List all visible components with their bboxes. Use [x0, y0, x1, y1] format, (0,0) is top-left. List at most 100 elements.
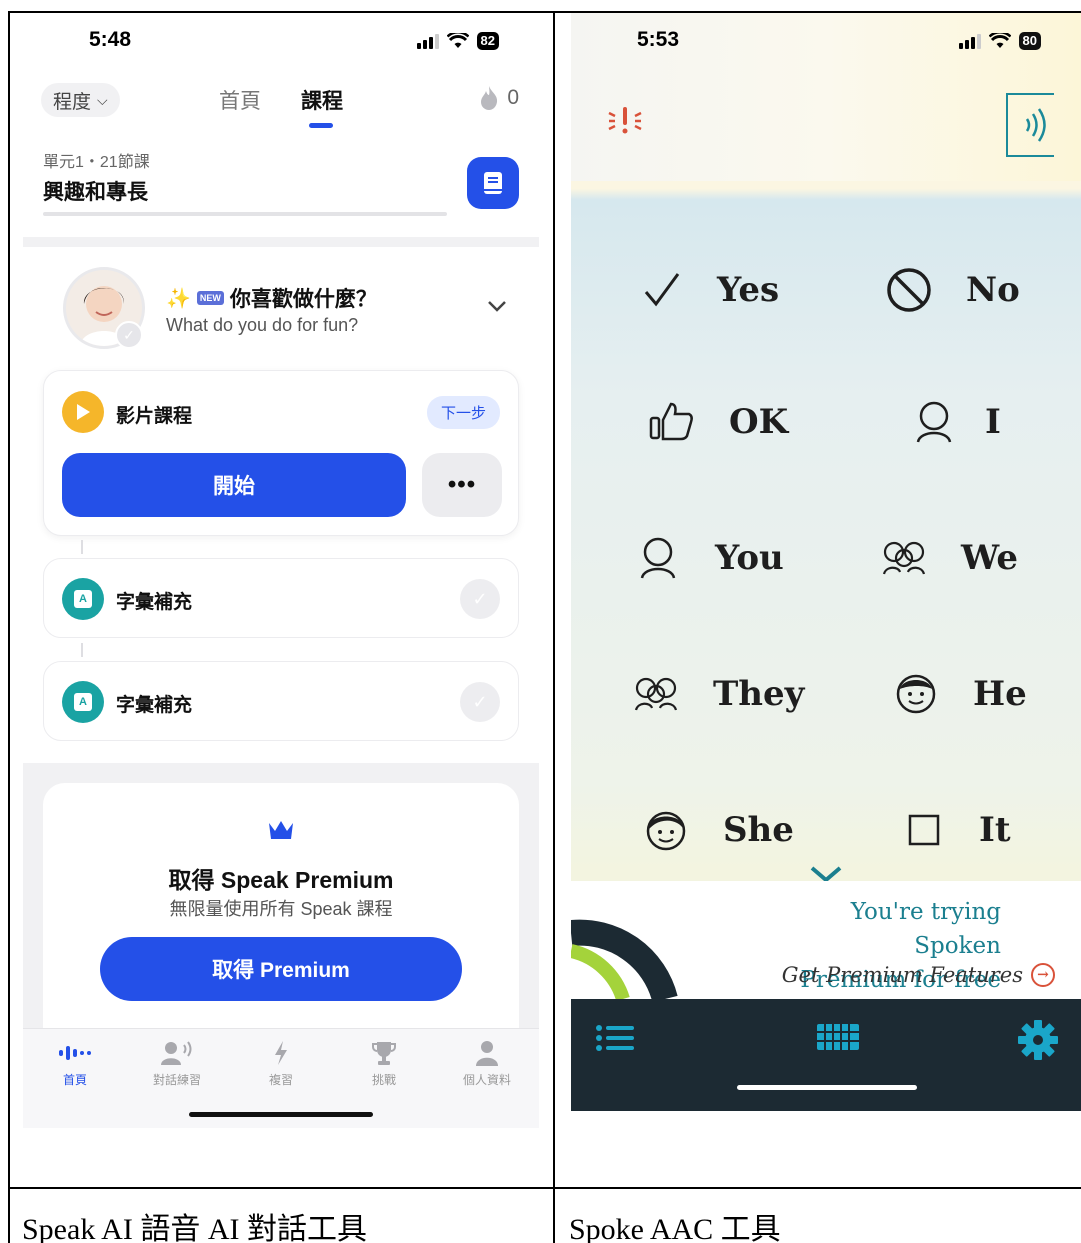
vocab-lesson-card[interactable]: A 字彙補充 ✓ [43, 661, 519, 741]
thumbs-up-icon [647, 397, 697, 447]
tabbar-item-review[interactable]: 複習 [241, 1037, 321, 1088]
trial-message-line1: You're trying Spoken [850, 899, 1001, 959]
chevron-down-icon[interactable] [487, 295, 507, 318]
sparkle-icon: ✨ [166, 287, 191, 310]
lesson-subtitle: What do you do for fun? [166, 315, 359, 335]
phrase-label: OK [729, 402, 789, 442]
phrase-they[interactable]: They [631, 669, 804, 719]
vocab-lesson-label: 字彙補充 [116, 695, 193, 716]
tabbar-label: 首頁 [62, 1073, 87, 1087]
tabbar-label: 對話練習 [152, 1073, 201, 1087]
book-button[interactable] [467, 157, 519, 209]
section-divider [23, 237, 539, 247]
checkmark-icon [637, 265, 687, 315]
lightning-icon [275, 1041, 287, 1065]
tabbar-item-conversation[interactable]: 對話練習 [137, 1037, 217, 1088]
phrase-label: They [713, 674, 805, 714]
check-icon: ✓ [460, 579, 500, 619]
streak-counter[interactable]: 0 [479, 85, 519, 111]
premium-title: 取得 Speak Premium [168, 867, 394, 893]
status-icons: 80 [958, 32, 1041, 50]
person-outline-icon [633, 533, 683, 583]
tabbar-label: 挑戰 [371, 1073, 396, 1087]
girl-face-icon [641, 805, 691, 855]
trial-progress-gauge [571, 919, 678, 999]
active-tab-indicator [309, 123, 333, 128]
premium-trial-banner: You're trying Spoken Premium for free Ge… [571, 881, 1081, 999]
tabbar-item-home[interactable]: 首頁 [35, 1037, 115, 1088]
phrase-label: We [961, 538, 1019, 578]
sound-waves-icon [1023, 105, 1055, 152]
phrase-yes[interactable]: Yes [637, 265, 779, 315]
video-lesson-label: 影片課程 [116, 406, 193, 427]
tabbar-item-profile[interactable]: 個人資料 [447, 1037, 527, 1088]
alert-icon[interactable] [605, 105, 645, 145]
status-icons: 82 [416, 32, 499, 50]
home-indicator [737, 1085, 917, 1090]
more-options-button[interactable]: ••• [422, 453, 502, 517]
square-icon [899, 805, 949, 855]
phrase-we[interactable]: We [879, 533, 1018, 583]
bottom-toolbar [571, 999, 1081, 1111]
speak-app-screenshot: 5:48 82 程度 ⌵ 首頁 課程 0 單元1・21節課 興趣和專長 ✓ ✨ [23, 13, 539, 1128]
phrase-label: She [723, 810, 794, 850]
phrase-label: It [979, 810, 1011, 850]
top-nav: 程度 ⌵ 首頁 課程 0 [23, 83, 539, 133]
level-label: 程度 [53, 91, 92, 113]
streak-count: 0 [507, 86, 519, 109]
premium-subtitle: 無限量使用所有 Speak 課程 [169, 899, 393, 919]
tab-courses[interactable]: 課程 [301, 85, 343, 115]
list-icon[interactable] [595, 1023, 635, 1053]
keyboard-icon[interactable] [816, 1023, 860, 1051]
tabbar-label: 複習 [268, 1073, 293, 1087]
gear-icon[interactable] [1017, 1019, 1059, 1061]
unit-title: 興趣和專長 [43, 181, 148, 204]
tabbar-label: 個人資料 [462, 1073, 511, 1087]
path-connector [81, 643, 83, 657]
phrase-she[interactable]: She [641, 805, 794, 855]
get-premium-features-link[interactable]: Get Premium Features → [782, 963, 1055, 987]
phrase-label: Yes [717, 270, 780, 310]
wifi-icon [446, 33, 469, 48]
status-time: 5:48 [89, 28, 132, 51]
next-step-badge: 下一步 [426, 396, 500, 429]
lesson-title: 你喜歡做什麼？ [229, 288, 377, 311]
new-badge: NEW [196, 291, 224, 305]
phrase-label: No [966, 270, 1020, 310]
wifi-icon [988, 33, 1011, 48]
signal-icon [416, 33, 439, 49]
get-premium-button[interactable]: 取得 Premium [100, 937, 462, 1001]
chevron-down-icon: ⌵ [97, 91, 108, 108]
lesson-header[interactable]: ✓ ✨ NEW 你喜歡做什麼？ What do you do for fun? [23, 263, 539, 353]
level-selector[interactable]: 程度 ⌵ [41, 83, 120, 117]
phrase-ok[interactable]: OK [647, 397, 788, 447]
vocab-lesson-label: 字彙補充 [116, 592, 193, 613]
table-border-left [8, 11, 10, 1243]
caption-left: Speak AI 語音 AI 對話工具 [22, 1213, 367, 1243]
play-icon [62, 391, 104, 433]
caption-right: Spoke AAC 工具 [569, 1213, 781, 1243]
trophy-icon [372, 1042, 396, 1065]
phrase-it[interactable]: It [899, 805, 1011, 855]
home-indicator [189, 1112, 373, 1117]
check-icon: ✓ [115, 321, 143, 349]
battery-icon: 80 [1018, 32, 1041, 50]
tab-home[interactable]: 首頁 [219, 85, 261, 115]
vocab-lesson-card[interactable]: A 字彙補充 ✓ [43, 558, 519, 638]
lesson-title-row: ✨ NEW 你喜歡做什麼？ [166, 283, 377, 313]
battery-icon: 82 [476, 32, 499, 50]
phrase-you[interactable]: You [633, 533, 784, 583]
phrase-no[interactable]: No [884, 265, 1020, 315]
start-button[interactable]: 開始 [62, 453, 406, 517]
phrase-label: I [985, 402, 1001, 442]
phrase-label: You [715, 538, 784, 578]
phrase-i[interactable]: I [909, 397, 1001, 447]
table-row-divider [8, 1187, 1081, 1189]
phrase-he[interactable]: He [891, 669, 1027, 719]
vocabulary-icon: A [62, 578, 104, 620]
check-icon: ✓ [460, 682, 500, 722]
status-bar: 5:48 82 [23, 28, 539, 58]
tabbar-item-challenge[interactable]: 挑戰 [344, 1037, 424, 1088]
unit-subtitle: 單元1・21節課 [43, 154, 150, 171]
table-column-divider [553, 11, 555, 1243]
